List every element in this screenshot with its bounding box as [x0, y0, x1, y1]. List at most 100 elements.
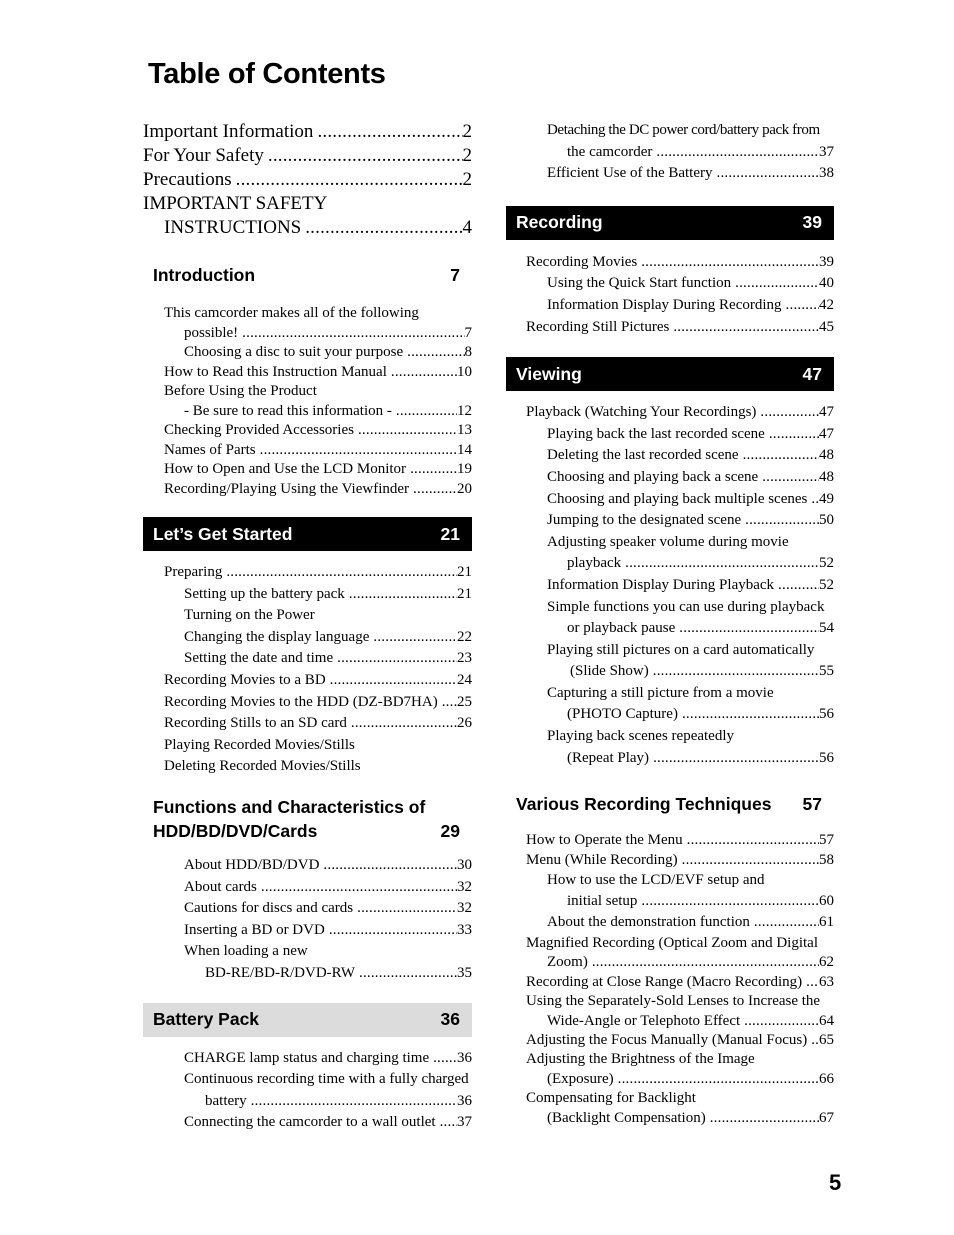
- toc-entry[interactable]: Using the Quick Start function40: [506, 273, 834, 295]
- toc-entry[interactable]: Information Display During Recording42: [506, 295, 834, 317]
- toc-entry[interactable]: playback52: [506, 553, 834, 575]
- toc-entry[interactable]: the camcorder37: [506, 142, 834, 164]
- dot-leader: [436, 1112, 457, 1134]
- toc-entry[interactable]: Information Display During Playback52: [506, 575, 834, 597]
- toc-entry[interactable]: (Backlight Compensation)67: [506, 1109, 834, 1128]
- toc-entry[interactable]: Zoom)62: [506, 953, 834, 972]
- section-header-lets-get-started[interactable]: Let’s Get Started 21: [143, 517, 472, 551]
- toc-entry[interactable]: Recording at Close Range (Macro Recordin…: [506, 973, 834, 992]
- toc-entry[interactable]: Continuous recording time with a fully c…: [143, 1069, 472, 1091]
- toc-entry[interactable]: This camcorder makes all of the followin…: [143, 304, 472, 324]
- toc-entry[interactable]: Deleting the last recorded scene48: [506, 445, 834, 467]
- toc-entry[interactable]: Adjusting speaker volume during movie: [506, 532, 834, 554]
- toc-entry[interactable]: Choosing and playing back a scene48: [506, 467, 834, 489]
- toc-entry[interactable]: Using the Separately-Sold Lenses to Incr…: [506, 992, 834, 1011]
- toc-entry[interactable]: Recording Still Pictures45: [506, 317, 834, 339]
- toc-entry[interactable]: Menu (While Recording)58: [506, 851, 834, 871]
- toc-entry[interactable]: Recording Movies to the HDD (DZ-BD7HA)25: [143, 692, 472, 714]
- toc-entry[interactable]: About cards32: [143, 877, 472, 899]
- toc-entry[interactable]: Magnified Recording (Optical Zoom and Di…: [506, 933, 834, 953]
- toc-entry[interactable]: possible!7: [143, 324, 472, 344]
- toc-entry[interactable]: Choosing and playing back multiple scene…: [506, 489, 834, 511]
- section-recording-entries: Recording Movies39 Using the Quick Start…: [506, 252, 834, 338]
- toc-entry[interactable]: Recording Movies39: [506, 252, 834, 274]
- toc-entry[interactable]: Preparing21: [143, 562, 472, 584]
- toc-entry[interactable]: Playback (Watching Your Recordings)47: [506, 402, 834, 424]
- toc-entry[interactable]: Setting the date and time23: [143, 648, 472, 670]
- dot-leader: [438, 692, 457, 714]
- toc-entry[interactable]: How to Open and Use the LCD Monitor19: [143, 460, 472, 480]
- toc-entry[interactable]: Setting up the battery pack21: [143, 584, 472, 606]
- toc-entry[interactable]: Precautions2: [143, 168, 472, 192]
- dot-leader: [731, 273, 819, 295]
- dot-leader: [238, 324, 464, 344]
- section-header-battery-pack[interactable]: Battery Pack 36: [143, 1002, 472, 1037]
- section-header-functions[interactable]: Functions and Characteristics of HDD/BD/…: [143, 795, 472, 843]
- toc-entry[interactable]: When loading a new: [143, 941, 472, 963]
- toc-entry[interactable]: How to Operate the Menu57: [506, 831, 834, 851]
- toc-entry[interactable]: Playing back the last recorded scene47: [506, 424, 834, 446]
- toc-entry[interactable]: Turning on the Power: [143, 605, 472, 627]
- toc-entry[interactable]: Inserting a BD or DVD33: [143, 920, 472, 942]
- dot-leader: [247, 1091, 457, 1113]
- toc-entry[interactable]: Choosing a disc to suit your purpose8: [143, 343, 472, 363]
- toc-entry[interactable]: Compensating for Backlight: [506, 1089, 834, 1108]
- toc-entry[interactable]: Names of Parts14: [143, 441, 472, 461]
- section-functions-entries: About HDD/BD/DVD30 About cards32 Caution…: [143, 855, 472, 985]
- toc-entry[interactable]: Connecting the camcorder to a wall outle…: [143, 1112, 472, 1134]
- toc-entry[interactable]: How to Read this Instruction Manual10: [143, 363, 472, 383]
- section-header-viewing[interactable]: Viewing 47: [506, 357, 834, 392]
- dot-leader: [750, 912, 819, 933]
- dot-leader: [649, 748, 819, 770]
- toc-entry[interactable]: Playing still pictures on a card automat…: [506, 640, 834, 662]
- toc-entry[interactable]: Simple functions you can use during play…: [506, 597, 834, 619]
- toc-entry[interactable]: CHARGE lamp status and charging time36: [143, 1048, 472, 1070]
- toc-entry[interactable]: About the demonstration function61: [506, 912, 834, 933]
- toc-entry[interactable]: Jumping to the designated scene50: [506, 510, 834, 532]
- dot-leader: [347, 713, 457, 735]
- toc-entry[interactable]: (Slide Show)55: [506, 661, 834, 683]
- toc-entry[interactable]: For Your Safety2: [143, 144, 472, 168]
- dot-leader: [740, 1012, 819, 1031]
- section-various-entries: How to Operate the Menu57 Menu (While Re…: [506, 831, 834, 1128]
- toc-entry[interactable]: Important Information2: [143, 120, 472, 144]
- toc-entry[interactable]: (PHOTO Capture)56: [506, 704, 834, 726]
- toc-entry[interactable]: Playing Recorded Movies/Stills: [143, 735, 472, 757]
- toc-entry[interactable]: About HDD/BD/DVD30: [143, 855, 472, 877]
- toc-entry[interactable]: or playback pause54: [506, 618, 834, 640]
- toc-entry[interactable]: IMPORTANT SAFETY: [143, 192, 472, 216]
- section-header-introduction[interactable]: Introduction 7: [143, 258, 472, 292]
- dot-leader: [637, 252, 819, 274]
- toc-entry[interactable]: Capturing a still picture from a movie: [506, 683, 834, 705]
- toc-entry[interactable]: Recording/Playing Using the Viewfinder20: [143, 480, 472, 500]
- section-header-recording[interactable]: Recording 39: [506, 205, 834, 240]
- toc-entry[interactable]: Recording Movies to a BD24: [143, 670, 472, 692]
- dot-leader: [326, 670, 457, 692]
- toc-entry[interactable]: How to use the LCD/EVF setup and: [506, 870, 834, 891]
- dot-leader: [301, 216, 462, 240]
- section-header-various-recording-techniques[interactable]: Various Recording Techniques 57: [506, 787, 834, 821]
- toc-entry[interactable]: battery36: [143, 1091, 472, 1113]
- toc-entry[interactable]: - Be sure to read this information -12: [143, 402, 472, 422]
- toc-entry[interactable]: Playing back scenes repeatedly: [506, 726, 834, 748]
- toc-entry[interactable]: Checking Provided Accessories13: [143, 421, 472, 441]
- dot-leader: [741, 510, 819, 532]
- dot-leader: [588, 953, 819, 972]
- toc-entry[interactable]: Wide-Angle or Telephoto Effect64: [506, 1012, 834, 1031]
- toc-entry[interactable]: BD-RE/BD-R/DVD-RW35: [143, 963, 472, 985]
- toc-entry[interactable]: initial setup60: [506, 891, 834, 912]
- dot-leader: [264, 144, 463, 168]
- toc-entry[interactable]: (Exposure)66: [506, 1070, 834, 1089]
- toc-entry[interactable]: INSTRUCTIONS4: [143, 216, 472, 240]
- toc-entry[interactable]: Efficient Use of the Battery38: [506, 163, 834, 185]
- toc-entry[interactable]: (Repeat Play)56: [506, 748, 834, 770]
- toc-entry[interactable]: Detaching the DC power cord/battery pack…: [506, 120, 834, 142]
- toc-entry[interactable]: Cautions for discs and cards32: [143, 898, 472, 920]
- toc-entry[interactable]: Recording Stills to an SD card26: [143, 713, 472, 735]
- dot-leader: [683, 831, 819, 851]
- toc-entry[interactable]: Adjusting the Brightness of the Image: [506, 1050, 834, 1069]
- toc-entry[interactable]: Changing the display language22: [143, 627, 472, 649]
- toc-entry[interactable]: Before Using the Product: [143, 382, 472, 402]
- toc-entry[interactable]: Adjusting the Focus Manually (Manual Foc…: [506, 1031, 834, 1050]
- toc-entry[interactable]: Deleting Recorded Movies/Stills: [143, 756, 472, 778]
